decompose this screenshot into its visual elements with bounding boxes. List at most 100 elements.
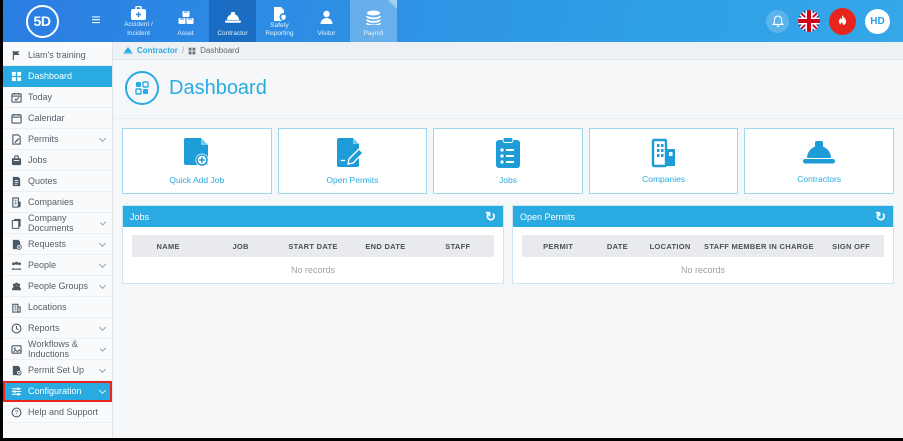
tab-payroll[interactable]: Payroll <box>350 0 397 42</box>
sidebar-item-liams-training[interactable]: Liam's training <box>3 45 112 66</box>
card-companies[interactable]: Companies <box>589 128 739 194</box>
breadcrumb: Contractor / Dashboard <box>113 42 903 60</box>
open-permits-panel-header: Open Permits ↻ <box>513 206 893 227</box>
sidebar-item-quotes[interactable]: Quotes <box>3 171 112 192</box>
sidebar-item-label: Permit Set Up <box>28 365 84 375</box>
company-building-icon <box>649 138 679 168</box>
sidebar-item-companies[interactable]: Companies <box>3 192 112 213</box>
today-calendar-icon <box>11 92 22 103</box>
permit-doc-icon <box>11 134 22 145</box>
sidebar-item-locations[interactable]: Locations <box>3 297 112 318</box>
sidebar-item-calendar[interactable]: Calendar <box>3 108 112 129</box>
chevron-down-icon <box>100 345 106 351</box>
card-label: Open Permits <box>326 175 378 185</box>
sidebar-item-people[interactable]: People <box>3 255 112 276</box>
location-building-icon <box>11 302 22 313</box>
chevron-down-icon <box>99 365 106 372</box>
logo-text: 5D <box>34 13 51 29</box>
sidebar-item-label: Dashboard <box>28 71 72 81</box>
page-title: Dashboard <box>169 77 267 100</box>
tab-safety-reporting[interactable]: Safety Reporting <box>256 0 303 42</box>
breadcrumb-module-link[interactable]: Contractor <box>137 46 178 55</box>
document-plus-icon <box>182 137 212 169</box>
app-window: 5D ≡ Accident / Incident Asset C <box>3 0 903 438</box>
sidebar-item-permits[interactable]: Permits <box>3 129 112 150</box>
jobs-panel: Jobs ↻ NAME JOB START DATE END DATE STAF… <box>122 205 504 284</box>
sidebar-item-help-and-support[interactable]: ? Help and Support <box>3 402 112 423</box>
column-header: DATE <box>594 242 640 251</box>
notifications-bell-icon[interactable] <box>766 10 789 33</box>
building-icon <box>11 197 22 208</box>
briefcase-icon <box>11 155 22 166</box>
people-icon <box>11 260 22 271</box>
tab-visitor[interactable]: Visitor <box>303 0 350 42</box>
jobs-panel-title: Jobs <box>130 212 149 222</box>
clipboard-list-icon <box>495 137 521 169</box>
sidebar-item-people-groups[interactable]: People Groups <box>3 276 112 297</box>
hamburger-menu-icon[interactable]: ≡ <box>81 0 111 42</box>
card-contractors[interactable]: Contractors <box>744 128 894 194</box>
empty-state: No records <box>522 257 884 283</box>
permit-setup-icon <box>11 365 22 376</box>
card-quick-add-job[interactable]: Quick Add Job <box>122 128 272 194</box>
jobs-panel-header: Jobs ↻ <box>123 206 503 227</box>
logo-wrap: 5D <box>3 0 81 42</box>
column-header: END DATE <box>349 242 421 251</box>
sidebar-item-configuration[interactable]: Configuration <box>3 381 112 402</box>
sidebar-item-label: Help and Support <box>28 407 98 417</box>
jobs-table-header: NAME JOB START DATE END DATE STAFF <box>132 235 494 257</box>
tab-label: Contractor <box>217 30 247 42</box>
svg-text:?: ? <box>15 409 19 416</box>
card-label: Quick Add Job <box>169 175 224 185</box>
page-header: Dashboard <box>113 60 903 119</box>
refresh-icon[interactable]: ↻ <box>485 210 496 223</box>
sidebar-item-dashboard[interactable]: Dashboard <box>3 66 112 87</box>
open-permits-table: PERMIT DATE LOCATION STAFF MEMBER IN CHA… <box>513 227 893 283</box>
sidebar-item-label: Workflows & Inductions <box>28 339 95 359</box>
sidebar-item-label: Requests <box>28 239 66 249</box>
refresh-icon[interactable]: ↻ <box>875 210 886 223</box>
sidebar-item-today[interactable]: Today <box>3 87 112 108</box>
fire-alert-icon[interactable] <box>829 8 856 35</box>
sidebar-item-label: Quotes <box>28 176 57 186</box>
chevron-down-icon <box>99 323 106 330</box>
card-open-permits[interactable]: Open Permits <box>278 128 428 194</box>
column-header: START DATE <box>277 242 349 251</box>
main-content: Contractor / Dashboard Dashboard Quick A… <box>113 42 903 438</box>
card-jobs[interactable]: Jobs <box>433 128 583 194</box>
sidebar-item-label: Jobs <box>28 155 47 165</box>
card-label: Companies <box>642 174 685 184</box>
dashboard-circle-icon <box>125 71 159 105</box>
sidebar-nav: Liam's training Dashboard Today Calendar… <box>3 42 113 438</box>
tab-accident-incident[interactable]: Accident / Incident <box>115 0 162 42</box>
chevron-down-icon <box>99 260 106 267</box>
column-header: SIGN OFF <box>818 242 884 251</box>
sidebar-item-label: Locations <box>28 302 67 312</box>
sidebar-item-jobs[interactable]: Jobs <box>3 150 112 171</box>
sidebar-item-label: Configuration <box>28 386 82 396</box>
sidebar-item-company-documents[interactable]: Company Documents <box>3 213 112 234</box>
sidebar-item-label: Calendar <box>28 113 65 123</box>
sidebar-item-label: People <box>28 260 56 270</box>
sidebar-item-requests[interactable]: Requests <box>3 234 112 255</box>
hard-hat-icon <box>799 138 839 168</box>
document-icon <box>11 176 22 187</box>
sidebar-item-workflows-inductions[interactable]: Workflows & Inductions <box>3 339 112 360</box>
jobs-table: NAME JOB START DATE END DATE STAFF No re… <box>123 227 503 283</box>
sidebar-item-reports[interactable]: Reports <box>3 318 112 339</box>
sidebar-item-label: Liam's training <box>28 50 86 60</box>
module-tabs: Accident / Incident Asset Contractor Saf… <box>115 0 397 42</box>
documents-stack-icon <box>11 218 22 229</box>
dashboard-grid-icon <box>188 47 196 55</box>
user-avatar[interactable]: HD <box>865 9 890 34</box>
tab-contractor[interactable]: Contractor <box>209 0 256 42</box>
sidebar-item-permit-set-up[interactable]: Permit Set Up <box>3 360 112 381</box>
column-header: PERMIT <box>522 242 594 251</box>
tab-asset[interactable]: Asset <box>162 0 209 42</box>
language-flag-uk-icon[interactable] <box>798 10 820 32</box>
sidebar-item-label: People Groups <box>28 281 88 291</box>
hard-hat-icon <box>224 0 242 25</box>
sliders-icon <box>11 386 22 397</box>
sidebar-item-label: Company Documents <box>28 213 95 233</box>
brand-logo[interactable]: 5D <box>26 5 59 38</box>
